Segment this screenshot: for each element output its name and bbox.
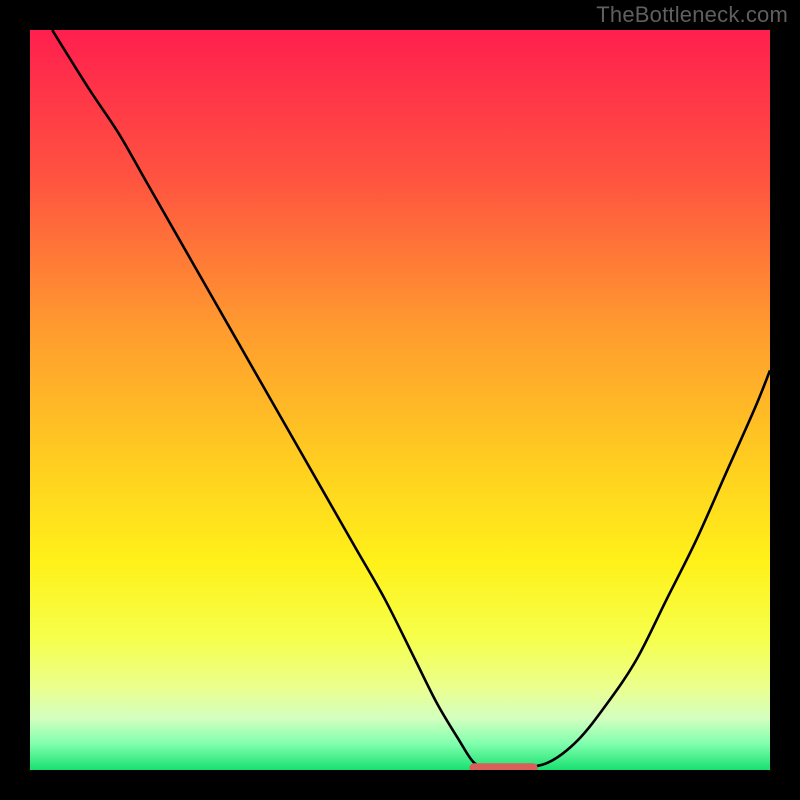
plot-area xyxy=(30,30,770,770)
chart-frame: TheBottleneck.com xyxy=(0,0,800,800)
watermark-text: TheBottleneck.com xyxy=(596,2,788,28)
chart-background xyxy=(30,30,770,770)
chart-svg xyxy=(30,30,770,770)
